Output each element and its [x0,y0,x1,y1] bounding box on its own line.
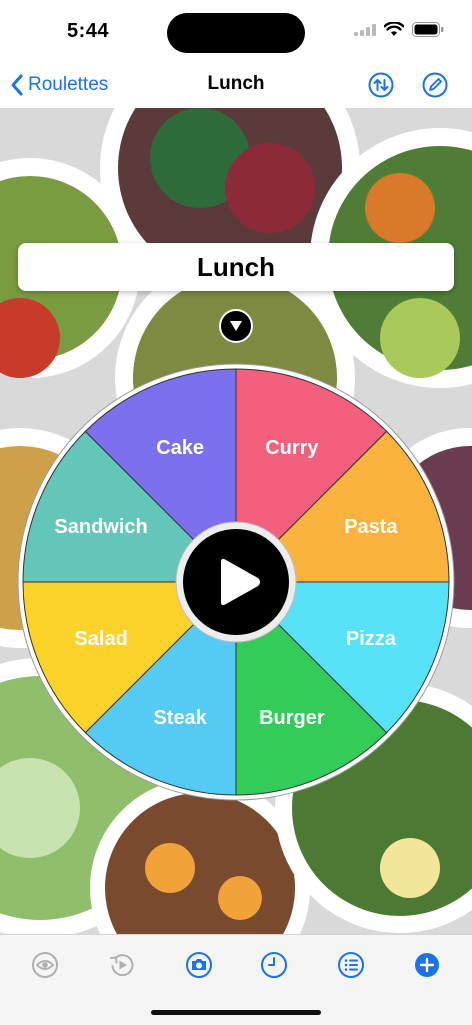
spin-button[interactable] [175,521,297,643]
triangle-down-icon [230,321,242,331]
add-icon [415,953,439,977]
history-button[interactable] [258,949,290,981]
home-indicator [151,1010,321,1015]
swap-button[interactable] [366,70,396,100]
wheel-label-curry: Curry [265,437,319,459]
battery-icon [412,22,444,37]
dynamic-island [167,13,305,53]
status-bar: 5:44 [0,0,472,62]
wifi-icon [384,22,404,36]
swap-icon [368,72,394,98]
edit-button[interactable] [420,70,450,100]
wheel-label-sandwich: Sandwich [54,516,147,538]
wheel-label-steak: Steak [153,707,207,729]
replay-icon [110,954,134,977]
chevron-left-icon [11,74,23,96]
status-time: 5:44 [67,20,110,42]
roulette-wheel[interactable]: Curry Pasta Pizza Burger Steak Salad Sandwich C… [17,363,455,801]
signal-icon [354,23,376,36]
wheel-label-pasta: Pasta [344,516,398,538]
wheel-label-salad: Salad [74,628,127,650]
camera-icon [186,952,212,978]
back-button[interactable]: Roulettes [10,70,108,100]
clock-icon [261,952,287,978]
wheel-label-cake: Cake [156,437,204,459]
eye-icon [32,952,58,978]
replay-button[interactable] [106,949,138,981]
camera-button[interactable] [183,949,215,981]
list-button[interactable] [335,949,367,981]
navigation-bar: Roulettes Lunch [0,62,472,108]
pencil-icon [422,72,448,98]
status-icons [354,22,444,37]
eye-button[interactable] [29,949,61,981]
wheel-pointer [219,309,253,343]
back-label: Roulettes [28,74,109,95]
roulette-screen: Lunch Curry Pasta Pizza Burger Steak Salad San… [0,108,472,934]
roulette-title-card: Lunch [18,243,454,291]
wheel-label-pizza: Pizza [346,628,397,650]
wheel-label-burger: Burger [259,707,325,729]
add-button[interactable] [411,949,443,981]
list-icon [338,952,364,978]
